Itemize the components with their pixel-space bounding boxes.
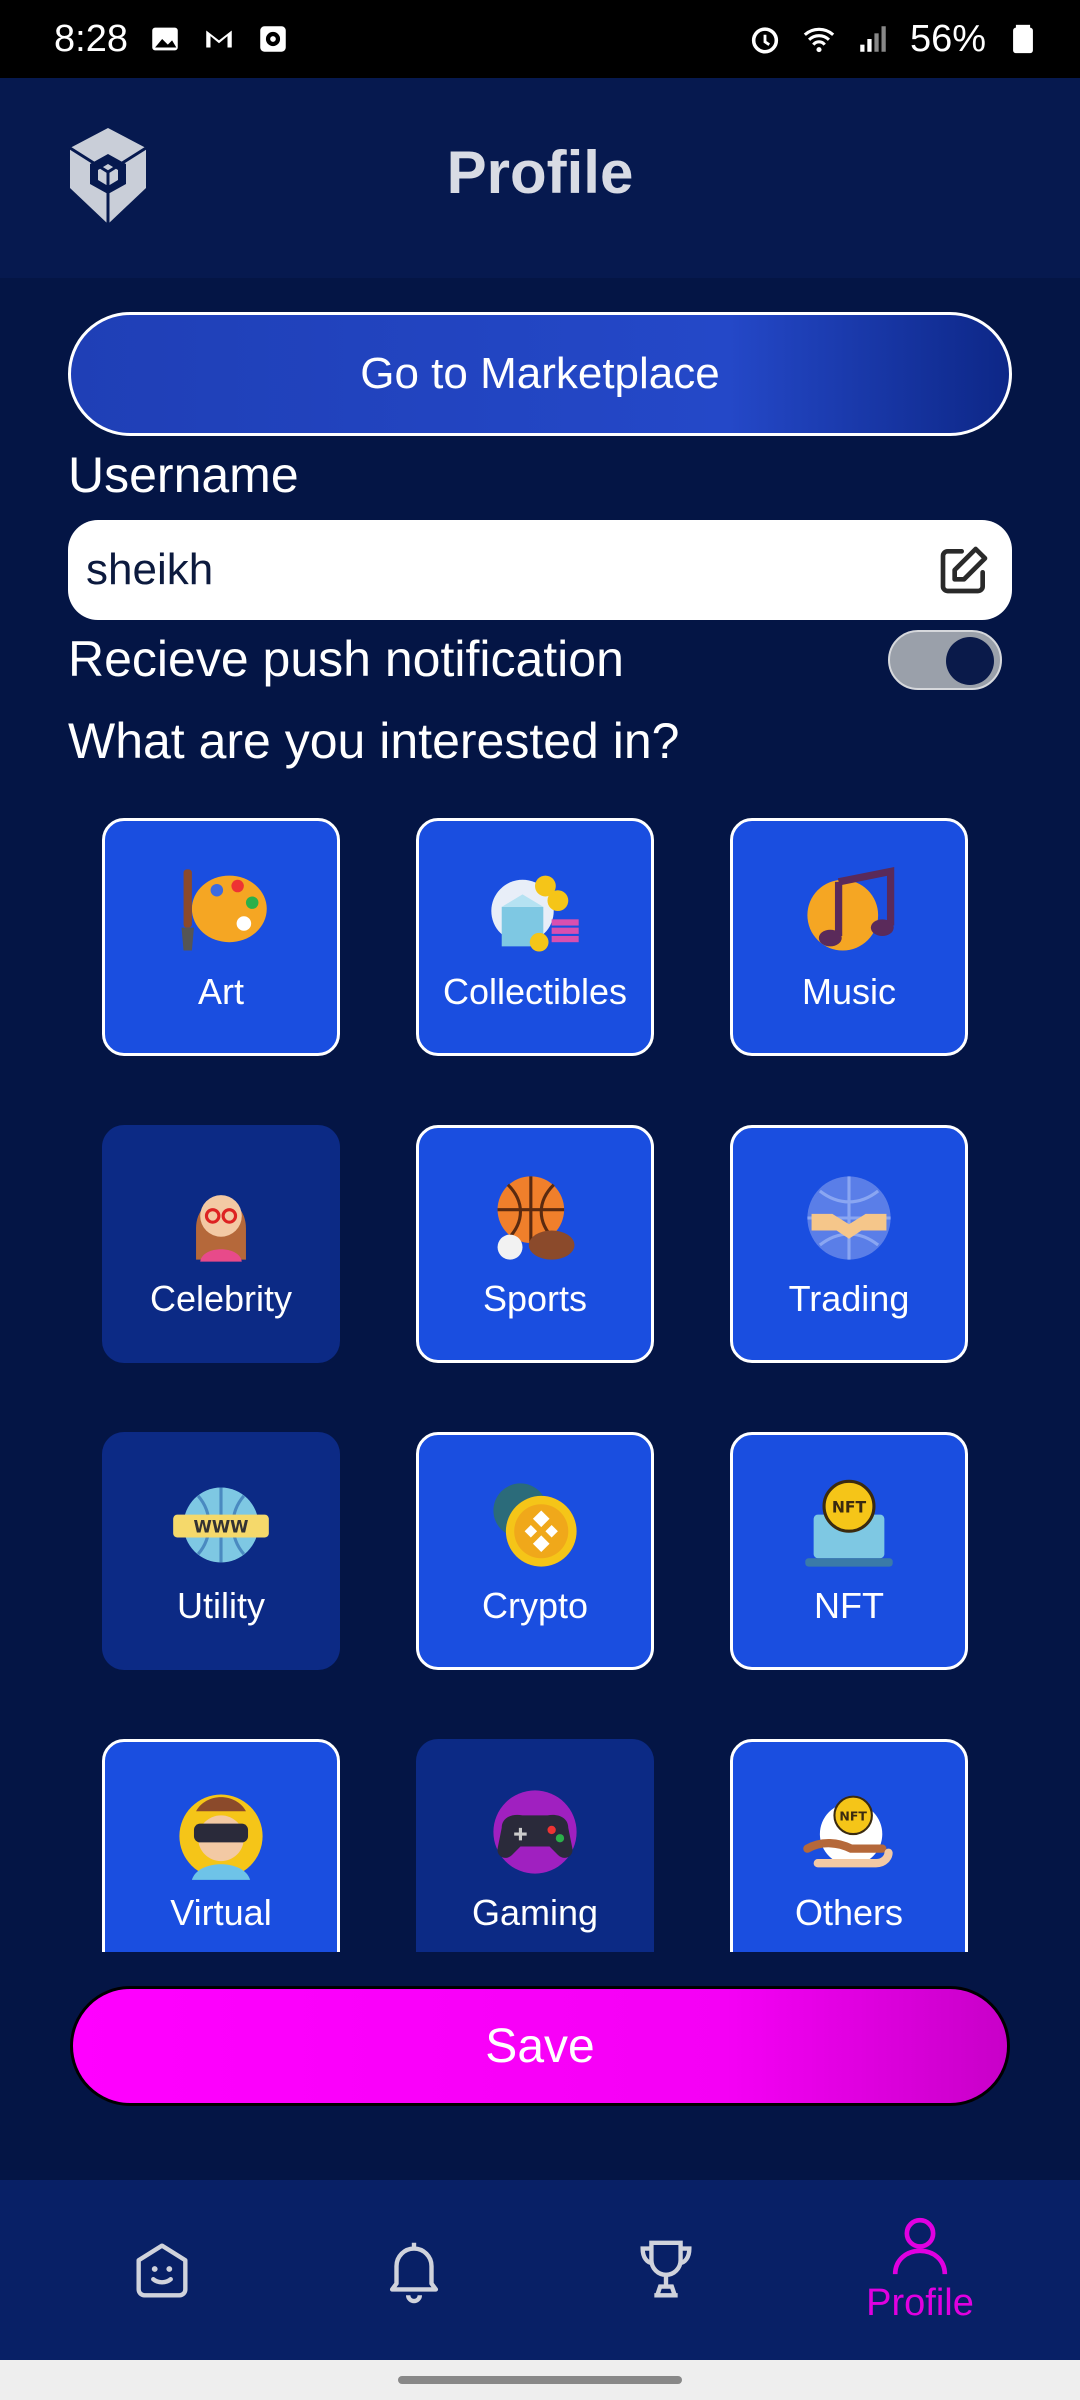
username-value[interactable]: sheikh [86,545,213,595]
interest-tile-art[interactable]: Art [102,818,340,1056]
svg-text:NFT: NFT [839,1809,867,1824]
interest-tile-others[interactable]: NFT Others [730,1739,968,1952]
interest-tile-virtual[interactable]: Virtual [102,1739,340,1952]
vr-headset-icon [179,1794,263,1880]
interest-label: Utility [177,1585,265,1626]
interest-label: Others [794,1892,904,1933]
battery-icon [1013,24,1033,54]
interest-tile-nft[interactable]: NFT NFT [730,1432,968,1670]
image-icon [152,27,178,51]
interest-tile-celebrity[interactable]: Celebrity [102,1125,340,1363]
interest-tile-utility[interactable]: WWW Utility [102,1432,340,1670]
nft-laptop-icon: NFT [805,1479,893,1567]
person-icon [892,2217,948,2275]
gamepad-icon [493,1790,577,1874]
interest-label: Crypto [481,1585,589,1626]
battery-percent: 56% [909,17,986,60]
interest-label: Gaming [471,1892,599,1933]
smiley-face-icon [136,2243,188,2298]
gmail-icon [206,30,232,48]
interests-heading: What are you interested in? [68,713,680,769]
go-to-marketplace-button[interactable]: Go to Marketplace [68,312,1012,436]
profile-content[interactable]: Go to Marketplace Username sheikh Reciev… [0,278,1080,2180]
nav-profile-label: Profile [866,2282,974,2324]
status-bar: 8:28 56% [0,0,1080,78]
trophy-icon [640,2240,692,2298]
www-globe-icon: WWW [173,1487,269,1563]
sports-balls-icon [497,1176,575,1260]
interest-label: Art [197,971,244,1012]
interest-label: Trading [788,1278,910,1319]
edit-icon[interactable] [936,542,992,598]
alarm-icon [751,27,779,54]
nav-notifications[interactable] [344,2210,484,2340]
coins-box-icon [491,875,579,952]
interest-tile-gaming[interactable]: Gaming [416,1739,654,1952]
bell-icon [389,2242,439,2304]
interests-grid: Art Collectibles Music Celebrity Sports … [0,818,1080,1952]
page-title: Profile [446,139,634,206]
status-time: 8:28 [54,17,128,60]
app-header: Profile [0,78,1080,278]
interest-tile-trading[interactable]: Trading [730,1125,968,1363]
bottom-navigation: Profile [0,2180,1080,2360]
push-notification-toggle[interactable] [888,630,1002,690]
interest-label: Collectibles [442,971,628,1012]
gesture-area [0,2360,1080,2400]
interest-label: Sports [482,1278,588,1319]
push-notification-label: Recieve push notification [68,631,624,687]
svg-text:NFT: NFT [832,1499,867,1517]
interest-label: Virtual [170,1892,272,1933]
username-label: Username [68,447,299,503]
username-field[interactable]: sheikh [68,520,1012,620]
interest-tile-sports[interactable]: Sports [416,1125,654,1363]
save-button[interactable]: Save [70,1986,1010,2106]
nav-profile[interactable]: Profile [850,2210,990,2340]
interest-tile-collectibles[interactable]: Collectibles [416,818,654,1056]
nav-home[interactable] [92,2210,232,2340]
home-gesture-bar[interactable] [398,2376,682,2384]
interest-label: Celebrity [149,1278,293,1319]
handshake-globe-icon [807,1176,891,1260]
interest-label: NFT [814,1585,884,1626]
interest-label: Music [801,971,896,1012]
camera-app-icon [260,26,286,52]
palette-icon [181,869,267,951]
toggle-knob [946,637,994,685]
signal-icon [860,26,886,52]
interest-tile-crypto[interactable]: Crypto [416,1432,654,1670]
nft-hand-icon: NFT [803,1795,893,1868]
nav-leaderboard[interactable] [596,2210,736,2340]
wifi-icon [803,27,835,53]
crypto-coin-icon [493,1483,577,1567]
svg-text:WWW: WWW [193,1517,248,1536]
music-note-icon [807,867,895,951]
interest-tile-music[interactable]: Music [730,818,968,1056]
celebrity-icon [196,1195,246,1262]
